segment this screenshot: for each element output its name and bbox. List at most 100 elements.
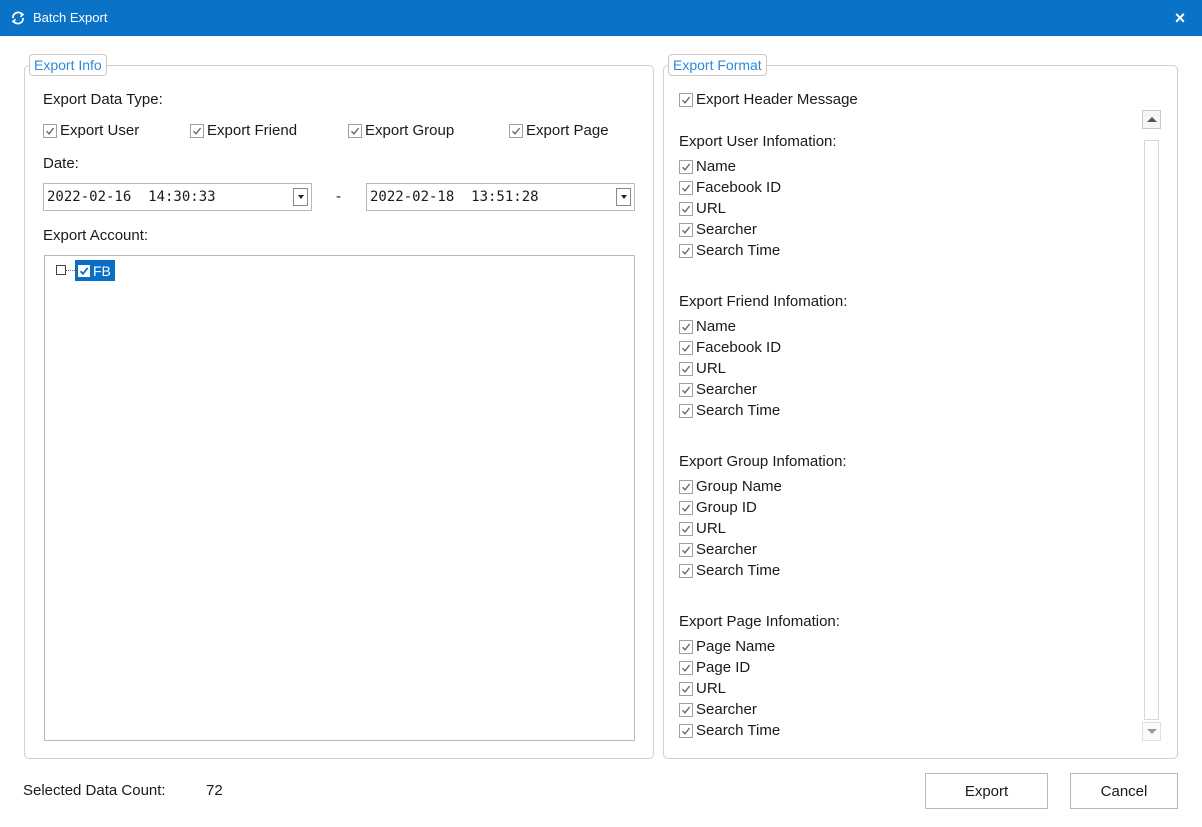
format-field-checkbox-label: Page ID bbox=[696, 659, 751, 676]
close-button[interactable]: × bbox=[1170, 7, 1190, 29]
format-field-checkbox[interactable]: Searcher bbox=[679, 701, 757, 718]
export-data-type-label: Export Data Type: bbox=[43, 91, 163, 108]
checkbox[interactable] bbox=[679, 361, 693, 376]
cancel-button[interactable]: Cancel bbox=[1070, 773, 1178, 809]
header-message-checkbox[interactable]: Export Header Message bbox=[679, 91, 858, 108]
format-field-checkbox[interactable]: Group ID bbox=[679, 499, 757, 516]
format-field-checkbox-label: Searcher bbox=[696, 541, 757, 558]
export-account-label: Export Account: bbox=[43, 227, 149, 244]
data-type-checkbox-export-group-label: Export Group bbox=[365, 122, 455, 139]
chevron-down-icon bbox=[297, 195, 304, 199]
checkbox[interactable] bbox=[679, 222, 693, 237]
format-field-checkbox[interactable]: URL bbox=[679, 680, 726, 697]
checkmark-icon bbox=[681, 407, 691, 415]
checkbox[interactable] bbox=[679, 660, 693, 675]
checkmark-icon bbox=[45, 127, 55, 135]
header-message-checkbox-label: Export Header Message bbox=[696, 91, 858, 108]
checkbox[interactable] bbox=[679, 639, 693, 654]
checkmark-icon bbox=[681, 727, 691, 735]
format-field-checkbox[interactable]: Search Time bbox=[679, 402, 780, 419]
checkbox[interactable] bbox=[679, 521, 693, 536]
arrow-up-icon bbox=[1146, 117, 1157, 122]
format-field-checkbox[interactable]: Search Time bbox=[679, 242, 780, 259]
format-field-checkbox[interactable]: Search Time bbox=[679, 562, 780, 579]
checkbox[interactable] bbox=[679, 319, 693, 334]
date-from-picker[interactable]: 2022-02-16 14:30:33 bbox=[43, 183, 312, 211]
tree-node-checkbox[interactable] bbox=[78, 264, 90, 277]
checkmark-icon bbox=[681, 226, 691, 234]
tree-node-fb[interactable]: FB bbox=[75, 260, 115, 281]
account-tree[interactable]: FB bbox=[44, 255, 635, 741]
format-field-checkbox[interactable]: Name bbox=[679, 158, 736, 175]
export-format-legend: Export Format bbox=[668, 54, 767, 76]
app-refresh-icon bbox=[11, 11, 25, 25]
tree-node-label: FB bbox=[93, 262, 111, 279]
format-field-checkbox[interactable]: URL bbox=[679, 200, 726, 217]
checkmark-icon bbox=[681, 483, 691, 491]
checkmark-icon bbox=[681, 205, 691, 213]
format-field-checkbox[interactable]: Search Time bbox=[679, 722, 780, 739]
checkbox[interactable] bbox=[679, 180, 693, 195]
checkbox[interactable] bbox=[679, 403, 693, 418]
format-field-checkbox[interactable]: Page ID bbox=[679, 659, 750, 676]
format-field-checkbox-label: URL bbox=[696, 680, 727, 697]
date-to-picker[interactable]: 2022-02-18 13:51:28 bbox=[366, 183, 635, 211]
checkbox[interactable] bbox=[679, 382, 693, 397]
format-field-checkbox[interactable]: URL bbox=[679, 520, 726, 537]
data-type-checkbox-export-page[interactable]: Export Page bbox=[509, 122, 609, 139]
checkmark-icon bbox=[681, 685, 691, 693]
date-from-dropdown-button[interactable] bbox=[293, 188, 308, 206]
date-to-value: 2022-02-18 13:51:28 bbox=[370, 189, 539, 205]
checkbox[interactable] bbox=[679, 681, 693, 696]
data-type-checkbox-export-friend[interactable]: Export Friend bbox=[190, 122, 297, 139]
checkbox[interactable] bbox=[43, 123, 57, 138]
scroll-down-button[interactable] bbox=[1142, 722, 1161, 741]
checkmark-icon bbox=[681, 386, 691, 394]
checkmark-icon bbox=[79, 266, 89, 275]
format-field-checkbox[interactable]: Searcher bbox=[679, 381, 757, 398]
checkbox[interactable] bbox=[679, 500, 693, 515]
data-type-checkbox-export-user[interactable]: Export User bbox=[43, 122, 139, 139]
format-field-checkbox[interactable]: Searcher bbox=[679, 541, 757, 558]
scroll-up-button[interactable] bbox=[1142, 110, 1161, 129]
checkbox[interactable] bbox=[348, 123, 362, 138]
checkbox[interactable] bbox=[509, 123, 523, 138]
format-field-checkbox-label: URL bbox=[696, 200, 727, 217]
selected-count-value: 72 bbox=[206, 782, 223, 799]
format-section-title: Export User Infomation: bbox=[679, 133, 837, 150]
checkbox[interactable] bbox=[190, 123, 204, 138]
format-field-checkbox-label: Search Time bbox=[696, 402, 781, 419]
date-to-dropdown-button[interactable] bbox=[616, 188, 631, 206]
checkbox[interactable] bbox=[679, 159, 693, 174]
format-field-checkbox-label: Searcher bbox=[696, 381, 757, 398]
checkbox[interactable] bbox=[679, 723, 693, 738]
arrow-down-icon bbox=[1146, 729, 1157, 734]
format-field-checkbox[interactable]: Searcher bbox=[679, 221, 757, 238]
format-field-checkbox[interactable]: Page Name bbox=[679, 638, 775, 655]
checkbox[interactable] bbox=[679, 563, 693, 578]
checkmark-icon bbox=[681, 163, 691, 171]
scroll-track[interactable] bbox=[1144, 140, 1159, 720]
checkbox[interactable] bbox=[679, 479, 693, 494]
format-field-checkbox-label: Searcher bbox=[696, 701, 757, 718]
checkbox[interactable] bbox=[679, 702, 693, 717]
format-field-checkbox[interactable]: Facebook ID bbox=[679, 179, 781, 196]
window-title: Batch Export bbox=[33, 10, 108, 25]
checkbox[interactable] bbox=[679, 340, 693, 355]
format-scrollbar[interactable] bbox=[1142, 110, 1161, 744]
checkbox[interactable] bbox=[679, 92, 693, 107]
tree-expander-icon[interactable] bbox=[56, 265, 66, 275]
checkbox[interactable] bbox=[679, 201, 693, 216]
format-field-checkbox[interactable]: Name bbox=[679, 318, 736, 335]
export-button[interactable]: Export bbox=[925, 773, 1048, 809]
checkbox[interactable] bbox=[679, 243, 693, 258]
format-field-checkbox[interactable]: URL bbox=[679, 360, 726, 377]
data-type-checkbox-export-user-label: Export User bbox=[60, 122, 140, 139]
format-field-checkbox[interactable]: Facebook ID bbox=[679, 339, 781, 356]
format-field-checkbox[interactable]: Group Name bbox=[679, 478, 782, 495]
checkbox[interactable] bbox=[679, 542, 693, 557]
format-field-checkbox-label: Group Name bbox=[696, 478, 782, 495]
data-type-checkbox-export-group[interactable]: Export Group bbox=[348, 122, 454, 139]
format-section-title: Export Friend Infomation: bbox=[679, 293, 848, 310]
data-type-checkbox-export-friend-label: Export Friend bbox=[207, 122, 298, 139]
